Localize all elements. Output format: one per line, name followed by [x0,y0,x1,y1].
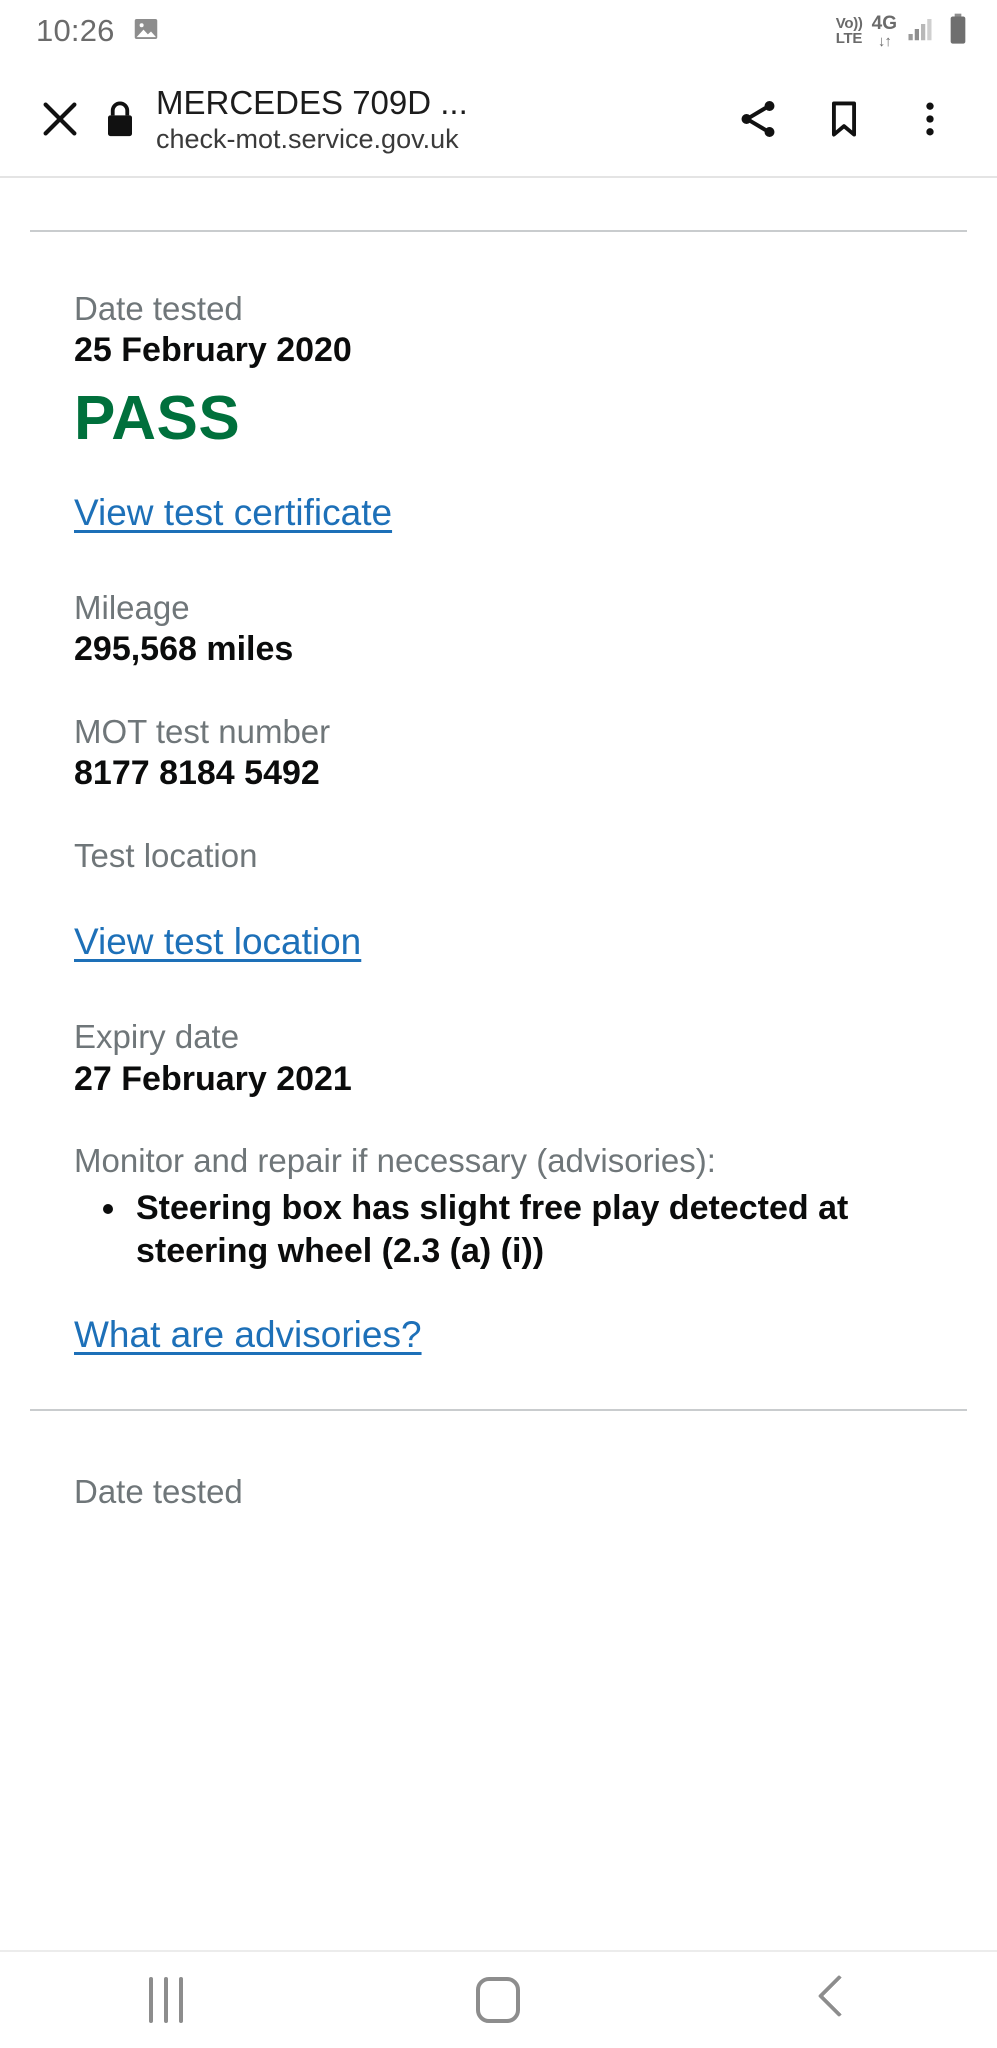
page-content: Date tested 25 February 2020 PASS View t… [0,178,997,1950]
expiry-date-label: Expiry date [74,1018,240,1056]
network-type-indicator: 4G ↓↑ [871,12,897,50]
mot-test-number-value: 8177 8184 5492 [74,754,320,793]
date-tested-label: Date tested [74,290,243,327]
date-tested-value: 25 February 2020 [74,331,352,370]
mot-test-number-label: MOT test number [74,712,331,750]
browser-title-block[interactable]: MERCEDES 709D ... check-mot.service.gov.… [148,84,717,155]
phone-screen: 10:26 Vo)) LTE 4G ↓↑ MERCEDES 709D ... c… [0,0,997,2048]
mileage-label: Mileage [74,589,190,627]
bookmark-icon[interactable] [803,78,885,160]
status-bar: 10:26 Vo)) LTE 4G ↓↑ [0,0,997,62]
volte-icon: Vo)) LTE [835,15,863,47]
system-navigation-bar [0,1950,997,2048]
mileage-value: 295,568 miles [74,630,294,669]
view-test-location-link[interactable]: View test location [74,920,361,964]
lock-icon [92,87,148,151]
home-glyph [476,1977,521,2023]
signal-bars-icon [906,14,936,49]
advisories-list: Steering box has slight free play detect… [74,1187,967,1273]
close-icon[interactable] [28,87,92,151]
mot-record: Date tested 25 February 2020 PASS View t… [0,288,997,1357]
expiry-date-value: 27 February 2021 [74,1059,352,1098]
status-badge: PASS [74,383,241,453]
page-url: check-mot.service.gov.uk [156,123,459,154]
image-icon [131,14,161,49]
next-mot-record: Date tested [0,1471,997,1512]
more-vertical-icon[interactable] [889,78,971,160]
advisories-label: Monitor and repair if necessary (advisor… [74,1142,716,1180]
page-title: MERCEDES 709D ... [156,83,468,121]
browser-actions [717,78,971,160]
back-glyph [817,1977,845,2023]
battery-icon [945,13,971,50]
next-date-tested-label: Date tested [74,1473,243,1511]
what-are-advisories-link[interactable]: What are advisories? [74,1313,422,1357]
test-location-label: Test location [74,836,258,874]
status-clock: 10:26 [36,13,115,48]
view-test-certificate-link[interactable]: View test certificate [74,491,392,535]
share-icon[interactable] [717,78,799,160]
back-icon[interactable] [741,1951,921,2048]
status-bar-left: 10:26 [36,13,161,49]
browser-toolbar: MERCEDES 709D ... check-mot.service.gov.… [0,62,997,178]
recents-icon[interactable] [76,1951,256,2048]
home-icon[interactable] [408,1951,588,2048]
status-bar-right: Vo)) LTE 4G ↓↑ [836,13,971,50]
recents-glyph [149,1977,184,2023]
list-item: Steering box has slight free play detect… [130,1187,967,1273]
